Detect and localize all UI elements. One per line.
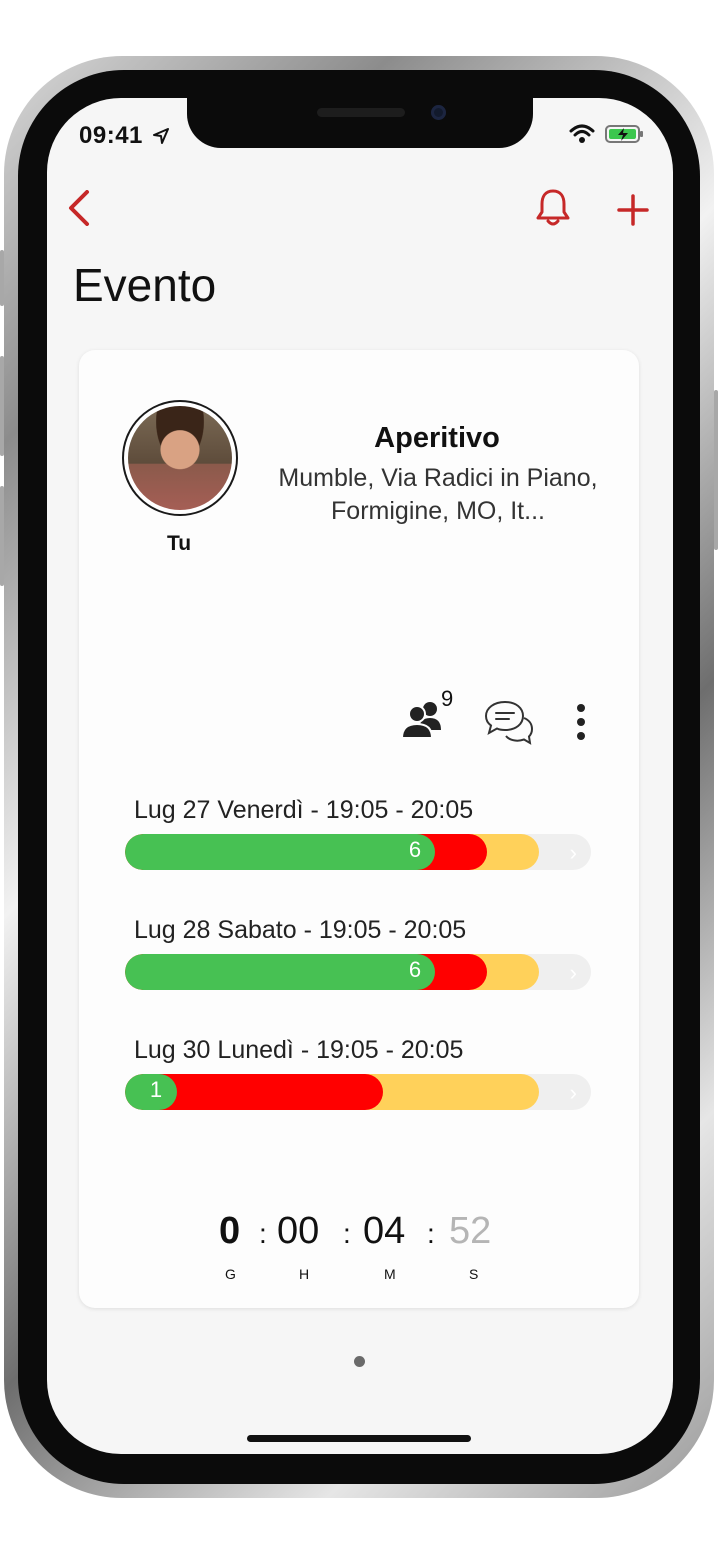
battery-charging-icon bbox=[605, 125, 643, 143]
chevron-right-icon: › bbox=[569, 840, 577, 865]
more-dot bbox=[577, 732, 585, 740]
volume-down-button bbox=[0, 486, 4, 586]
slot-votes-bar[interactable]: 6 › bbox=[125, 834, 591, 870]
add-button[interactable] bbox=[611, 188, 655, 232]
event-name: Aperitivo bbox=[374, 422, 500, 454]
countdown-days: 0 bbox=[219, 1210, 241, 1252]
countdown-days-unit: G bbox=[225, 1266, 236, 1282]
owner-label: Tu bbox=[166, 532, 192, 555]
bell-icon bbox=[536, 189, 570, 226]
participants-count: 9 bbox=[441, 686, 454, 711]
participants-button[interactable]: 9 bbox=[401, 686, 455, 742]
notifications-button[interactable] bbox=[531, 186, 575, 230]
countdown-separator: : bbox=[259, 1218, 267, 1249]
notch bbox=[187, 98, 533, 148]
avatar-image bbox=[128, 406, 232, 510]
more-dot bbox=[577, 718, 585, 726]
more-dot bbox=[577, 704, 585, 712]
event-address: Mumble, Via Radici in Piano, Formigine, … bbox=[278, 464, 598, 525]
yes-count: 6 bbox=[408, 837, 422, 862]
chat-bubbles-icon bbox=[484, 700, 534, 745]
status-icons bbox=[569, 124, 645, 144]
slot-label: Lug 28 Sabato - 19:05 - 20:05 bbox=[134, 916, 467, 944]
countdown-separator: : bbox=[343, 1218, 351, 1249]
countdown-hours: 00 bbox=[277, 1210, 320, 1252]
yes-count: 6 bbox=[408, 957, 422, 982]
slot-votes-bar[interactable]: 6 › bbox=[125, 954, 591, 990]
yes-segment bbox=[125, 954, 435, 990]
countdown: 0 G : 00 H : 04 M : 52 S bbox=[213, 1210, 513, 1290]
event-card[interactable]: Tu Aperitivo Mumble, Via Radici in Piano… bbox=[79, 350, 639, 1308]
volume-up-button bbox=[0, 356, 4, 456]
mute-switch bbox=[0, 250, 4, 306]
status-time: 09:41 bbox=[79, 122, 143, 149]
speaker bbox=[317, 108, 405, 117]
front-camera bbox=[431, 105, 446, 120]
home-indicator[interactable] bbox=[247, 1435, 471, 1442]
screen: 09:41 Evento Tu Aperitivo Mumble, Via Ra… bbox=[47, 98, 673, 1454]
location-arrow-icon bbox=[153, 128, 169, 144]
countdown-minutes: 04 bbox=[363, 1210, 406, 1252]
countdown-minutes-unit: M bbox=[384, 1266, 396, 1282]
slot-label: Lug 30 Lunedì - 19:05 - 20:05 bbox=[134, 1036, 464, 1064]
more-options-button[interactable] bbox=[565, 704, 597, 744]
countdown-seconds-unit: S bbox=[469, 1266, 479, 1282]
chevron-right-icon: › bbox=[569, 1080, 577, 1105]
slot-votes-bar[interactable]: 1 › bbox=[125, 1074, 591, 1110]
page-title: Evento bbox=[73, 259, 217, 311]
chevron-right-icon: › bbox=[569, 960, 577, 985]
countdown-separator: : bbox=[427, 1218, 435, 1249]
countdown-seconds: 52 bbox=[449, 1210, 492, 1252]
countdown-hours-unit: H bbox=[299, 1266, 310, 1282]
yes-segment bbox=[125, 834, 435, 870]
slot-label: Lug 27 Venerdì - 19:05 - 20:05 bbox=[134, 796, 474, 824]
chat-button[interactable] bbox=[483, 698, 535, 748]
back-button[interactable] bbox=[59, 186, 99, 230]
page-indicator-dot bbox=[354, 1356, 365, 1367]
wifi-icon bbox=[569, 124, 595, 143]
avatar[interactable] bbox=[122, 400, 238, 516]
power-button bbox=[714, 390, 718, 550]
yes-count: 1 bbox=[149, 1077, 163, 1102]
plus-icon bbox=[617, 194, 649, 226]
chevron-left-icon bbox=[69, 190, 89, 226]
